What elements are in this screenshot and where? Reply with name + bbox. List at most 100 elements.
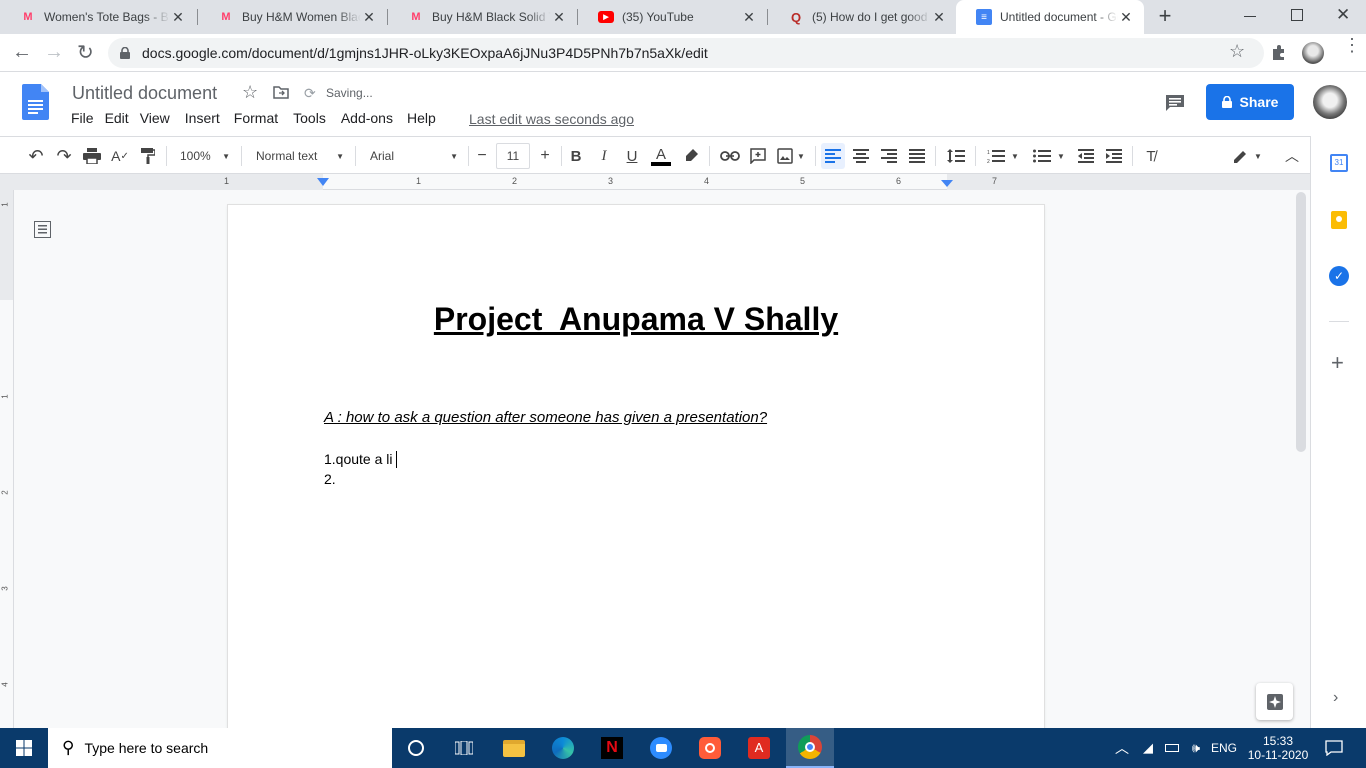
bold-button[interactable]: B <box>566 143 586 169</box>
menu-edit[interactable]: Edit <box>105 110 140 126</box>
vertical-scrollbar[interactable] <box>1296 192 1306 452</box>
close-tab-icon[interactable]: ✕ <box>741 9 757 26</box>
document-title[interactable]: Untitled document <box>72 83 217 104</box>
battery-icon[interactable] <box>1162 728 1182 768</box>
font-size-input[interactable]: 11 <box>496 143 530 169</box>
tab-womens-tote-bags[interactable]: M Women's Tote Bags - B ✕ <box>0 0 196 34</box>
new-tab-button[interactable]: + <box>1154 5 1176 29</box>
forward-icon[interactable]: → <box>44 41 64 64</box>
underline-button[interactable]: U <box>622 143 642 169</box>
docs-logo-icon[interactable] <box>22 84 49 120</box>
redo-icon[interactable]: ↷ <box>52 143 76 169</box>
show-hidden-icons[interactable]: ︿ <box>1112 728 1132 768</box>
bulleted-list-icon[interactable]: ▼ <box>1030 143 1068 169</box>
close-tab-icon[interactable]: ✕ <box>931 9 947 26</box>
close-tab-icon[interactable]: ✕ <box>361 9 377 26</box>
insert-link-icon[interactable] <box>718 143 742 169</box>
align-left-button[interactable] <box>821 143 845 169</box>
close-tab-icon[interactable]: ✕ <box>170 9 186 26</box>
tab-buy-hm-women-black[interactable]: M Buy H&M Women Black ✕ <box>198 0 387 34</box>
back-icon[interactable]: ← <box>12 41 32 64</box>
decrease-font-size-button[interactable]: − <box>472 143 492 169</box>
last-edit-link[interactable]: Last edit was seconds ago <box>469 111 634 127</box>
menu-addons[interactable]: Add-ons <box>341 110 407 126</box>
bookmark-star-icon[interactable]: ☆ <box>1229 41 1245 62</box>
menu-file[interactable]: File <box>71 110 105 126</box>
notification-icon[interactable] <box>1318 728 1350 768</box>
zoom-app-icon[interactable] <box>645 728 677 768</box>
clear-formatting-icon[interactable]: T̸ <box>1139 143 1163 169</box>
restore-icon[interactable] <box>1291 9 1303 21</box>
chrome-icon[interactable] <box>786 728 834 768</box>
acrobat-icon[interactable]: A <box>743 728 775 768</box>
explore-button[interactable] <box>1256 683 1293 720</box>
tab-quora[interactable]: Q (5) How do I get good a ✕ <box>768 0 957 34</box>
profile-avatar[interactable] <box>1302 42 1324 64</box>
camera-app-icon[interactable] <box>694 728 726 768</box>
menu-view[interactable]: View <box>140 110 185 126</box>
paint-format-icon[interactable] <box>136 143 160 169</box>
collapse-toolbar-icon[interactable]: ︿ <box>1280 143 1304 169</box>
volume-icon[interactable]: 🕪 <box>1186 728 1206 768</box>
star-icon[interactable]: ☆ <box>242 82 258 103</box>
reload-icon[interactable]: ↻ <box>77 40 94 65</box>
paragraph-style-select[interactable]: Normal text ▼ <box>248 143 348 169</box>
keep-icon[interactable] <box>1331 211 1347 229</box>
tasks-icon[interactable]: ✓ <box>1329 266 1349 286</box>
close-tab-icon[interactable]: ✕ <box>1118 9 1134 26</box>
close-window-icon[interactable]: ✕ <box>1336 5 1350 25</box>
taskbar-search-box[interactable]: ⚲ Type here to search <box>48 728 392 768</box>
right-indent-marker[interactable] <box>941 180 953 187</box>
language-indicator[interactable]: ENG <box>1208 728 1240 768</box>
menu-insert[interactable]: Insert <box>185 110 234 126</box>
text-color-button[interactable]: A <box>650 143 672 169</box>
document-page[interactable]: Project Anupama V Shally A : how to ask … <box>228 205 1044 735</box>
file-explorer-icon[interactable] <box>498 728 530 768</box>
print-icon[interactable] <box>80 143 104 169</box>
insert-comment-icon[interactable] <box>746 143 770 169</box>
numbered-list-icon[interactable]: 1 2 ▼ <box>984 143 1022 169</box>
menu-help[interactable]: Help <box>407 110 444 126</box>
document-outline-icon[interactable] <box>34 221 51 238</box>
url-text[interactable]: docs.google.com/document/d/1gmjns1JHR-oL… <box>142 45 708 61</box>
account-avatar[interactable] <box>1313 85 1347 119</box>
more-menu-icon[interactable]: ⋮ <box>1343 36 1361 54</box>
netflix-icon[interactable]: N <box>596 728 628 768</box>
close-tab-icon[interactable]: ✕ <box>551 9 567 26</box>
highlight-color-icon[interactable] <box>680 143 702 169</box>
spellcheck-icon[interactable]: A ✓ <box>108 143 132 169</box>
address-bar[interactable]: docs.google.com/document/d/1gmjns1JHR-oL… <box>108 38 1264 68</box>
share-button[interactable]: Share <box>1206 84 1294 120</box>
tab-buy-hm-black-solid[interactable]: M Buy H&M Black Solid To ✕ <box>388 0 577 34</box>
increase-indent-icon[interactable] <box>1102 143 1126 169</box>
menu-tools[interactable]: Tools <box>293 110 341 126</box>
network-icon[interactable]: ◢ <box>1138 728 1158 768</box>
clock[interactable]: 15:33 10-11-2020 <box>1246 728 1310 768</box>
task-view-icon[interactable] <box>448 728 480 768</box>
tab-untitled-document[interactable]: ≡ Untitled document - Go ✕ <box>956 0 1144 34</box>
left-indent-marker[interactable] <box>317 178 329 186</box>
comments-icon[interactable] <box>1165 94 1185 112</box>
document-line-2[interactable]: 2. <box>324 471 336 487</box>
document-question[interactable]: A : how to ask a question after someone … <box>324 409 767 426</box>
extensions-icon[interactable] <box>1270 43 1288 61</box>
start-button[interactable] <box>0 728 48 768</box>
minimize-icon[interactable] <box>1244 16 1256 17</box>
justify-button[interactable] <box>905 143 929 169</box>
calendar-icon[interactable]: 31 <box>1330 154 1348 172</box>
align-center-button[interactable] <box>849 143 873 169</box>
undo-icon[interactable]: ↶ <box>24 143 48 169</box>
add-addon-icon[interactable]: + <box>1331 350 1344 376</box>
zoom-select[interactable]: 100% ▼ <box>172 143 234 169</box>
italic-button[interactable]: I <box>594 143 614 169</box>
editing-mode-icon[interactable]: ▼ <box>1230 143 1266 169</box>
increase-font-size-button[interactable]: + <box>535 143 555 169</box>
line-spacing-icon[interactable] <box>944 143 968 169</box>
move-folder-icon[interactable] <box>273 86 289 99</box>
font-select[interactable]: Arial ▼ <box>362 143 462 169</box>
insert-image-icon[interactable]: ▼ <box>774 143 808 169</box>
document-heading[interactable]: Project Anupama V Shally <box>228 301 1044 338</box>
decrease-indent-icon[interactable] <box>1074 143 1098 169</box>
menu-format[interactable]: Format <box>234 110 293 126</box>
expand-panel-icon[interactable]: › <box>1333 689 1338 707</box>
